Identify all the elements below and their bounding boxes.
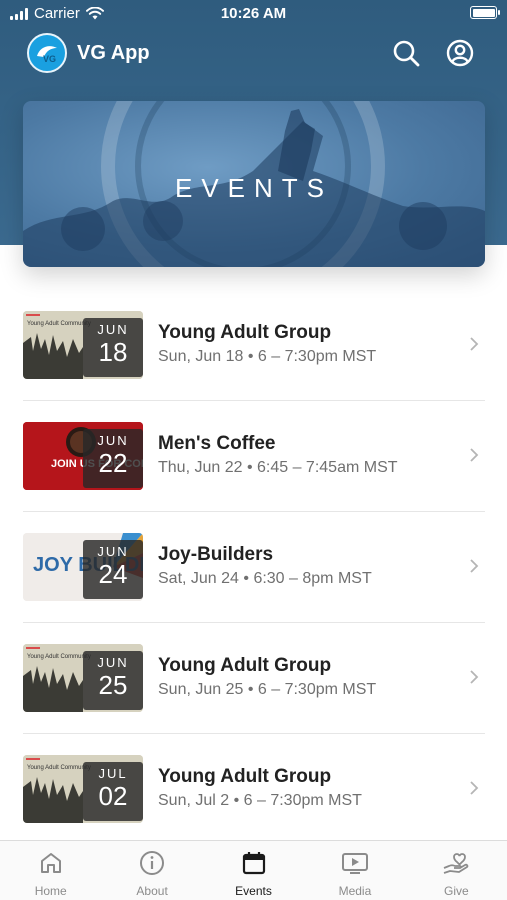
logo-text: VG [43,54,56,64]
date-month: JUL [98,766,128,781]
events-hero-banner: EVENTS [23,101,485,267]
battery-icon [470,6,500,19]
date-day: 25 [98,670,128,700]
app-title: VG App [77,42,150,64]
event-row[interactable]: Young Adult Community JUN 18 Young Adult… [23,290,485,401]
tab-bar: Home About Events Media Give [0,840,507,900]
event-datetime: Sun, Jul 2 • 6 – 7:30pm MST [158,792,362,809]
chevron-right-icon [470,670,479,684]
tab-events[interactable]: Events [203,841,304,900]
event-title: Young Adult Group [158,766,332,787]
chevron-right-icon [470,559,479,573]
app-logo[interactable]: VG [27,33,67,73]
event-title: Men's Coffee [158,433,276,454]
tab-about[interactable]: About [101,841,202,900]
chevron-right-icon [470,781,479,795]
give-icon [443,853,469,874]
chevron-right-icon [470,337,479,351]
profile-icon[interactable] [445,38,475,68]
thumb-caption: Young Adult Community [27,654,91,660]
event-datetime: Sun, Jun 25 • 6 – 7:30pm MST [158,681,377,698]
date-badge: JUL 02 [83,762,143,821]
date-day: 24 [98,559,128,589]
events-list: Young Adult Community JUN 18 Young Adult… [23,290,485,845]
tab-label: Home [34,884,67,898]
app-bar: VG VG App [0,32,507,74]
event-row[interactable]: JOY BUILDERS JUN 24 Joy-Builders Sat, Ju… [23,512,485,623]
date-day: 02 [98,781,128,811]
date-badge: JUN 18 [83,318,143,377]
tab-home[interactable]: Home [0,841,101,900]
tab-give[interactable]: Give [406,841,507,900]
media-icon [341,853,368,874]
event-thumbnail: Young Adult Community JUL 02 [23,755,143,823]
date-month: JUN [97,433,129,448]
calendar-icon [242,852,265,875]
tab-label: About [136,884,168,898]
hero-title: EVENTS [174,173,334,203]
tab-label: Give [443,884,469,898]
tab-label: Events [235,884,272,898]
logo-mark-icon: VG [37,46,57,64]
date-month: JUN [97,322,129,337]
status-bar: Carrier 10:26 AM [0,0,507,28]
thumb-caption: Young Adult Community [27,321,91,327]
search-icon[interactable] [391,38,421,68]
event-datetime: Thu, Jun 22 • 6:45 – 7:45am MST [158,459,398,476]
event-row[interactable]: JOIN US FOR COFFEE JUN 22 Men's Coffee T… [23,401,485,512]
tab-label: Media [338,884,372,898]
event-thumbnail: JOY BUILDERS JUN 24 [23,533,143,601]
event-thumbnail: Young Adult Community JUN 18 [23,311,143,379]
event-datetime: Sun, Jun 18 • 6 – 7:30pm MST [158,348,377,365]
home-icon [40,853,61,873]
event-row[interactable]: Young Adult Community JUL 02 Young Adult… [23,734,485,845]
date-month: JUN [97,544,129,559]
date-day: 18 [98,337,128,367]
date-day: 22 [98,448,128,478]
date-badge: JUN 25 [83,651,143,710]
event-thumbnail: Young Adult Community JUN 25 [23,644,143,712]
date-month: JUN [97,655,129,670]
event-title: Joy-Builders [158,544,274,565]
event-row[interactable]: Young Adult Community JUN 25 Young Adult… [23,623,485,734]
tab-media[interactable]: Media [304,841,405,900]
event-title: Young Adult Group [158,322,332,343]
info-icon [140,851,165,875]
event-title: Young Adult Group [158,655,332,676]
event-datetime: Sat, Jun 24 • 6:30 – 8pm MST [158,570,372,587]
chevron-right-icon [470,448,479,462]
event-thumbnail: JOIN US FOR COFFEE JUN 22 [23,422,143,490]
thumb-caption: Young Adult Community [27,765,91,771]
date-badge: JUN 22 [83,429,143,488]
status-time: 10:26 AM [220,5,287,22]
date-badge: JUN 24 [83,540,143,599]
